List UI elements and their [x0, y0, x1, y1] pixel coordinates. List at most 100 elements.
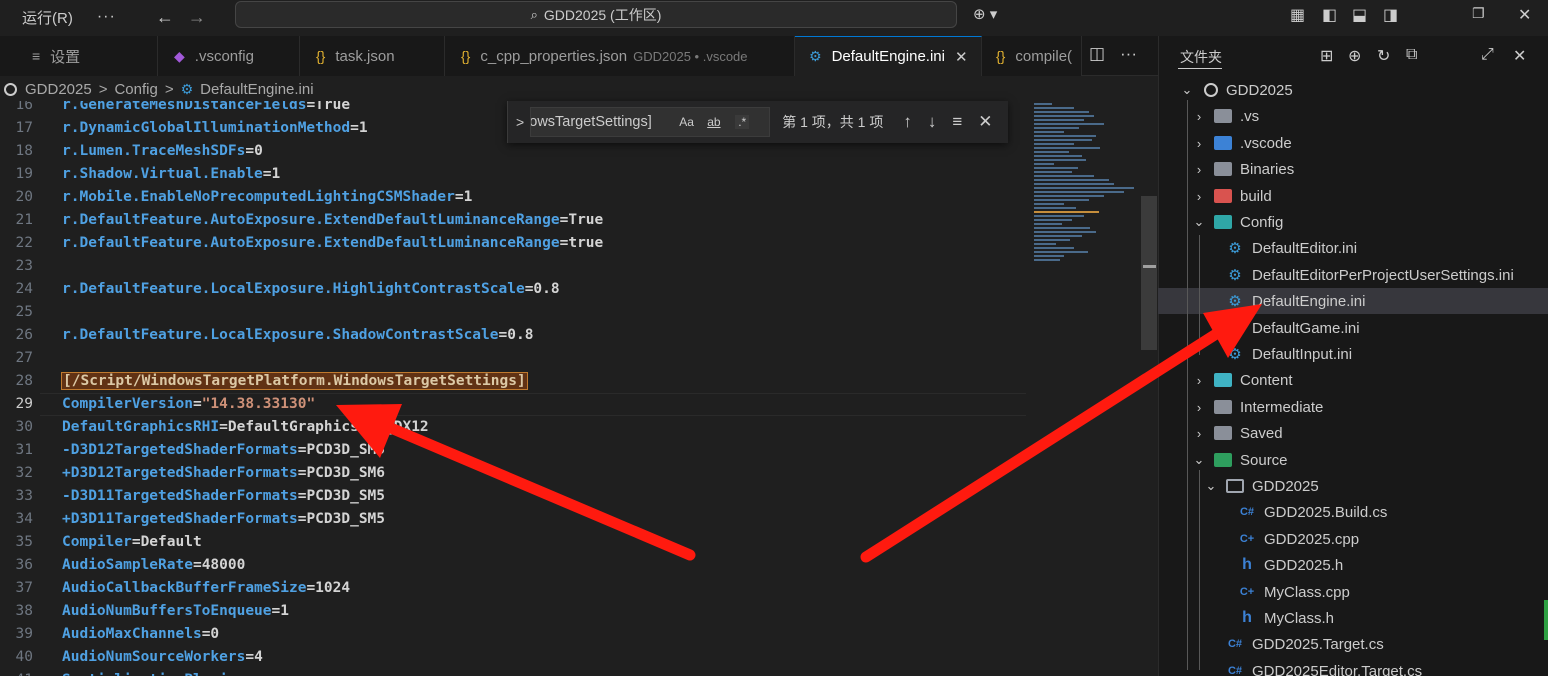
split-editor-icon[interactable]: ◫ [1089, 44, 1105, 64]
maximize-icon[interactable]: ⤢ [1481, 46, 1494, 64]
tree-item[interactable]: h GDD2025.h [1158, 552, 1548, 578]
tab-settings[interactable]: ≡ 设置 [0, 36, 158, 76]
tab-vsconfig[interactable]: ◆ .vsconfig [158, 36, 300, 76]
tab-compile[interactable]: {} compile( [982, 36, 1082, 76]
regex-icon[interactable]: .* [735, 115, 750, 129]
chevron-down-icon[interactable]: ⌄ [1180, 82, 1194, 98]
code-line[interactable]: 35 Compiler=Default [0, 531, 1026, 554]
breadcrumb-file[interactable]: DefaultEngine.ini [200, 81, 313, 98]
find-input[interactable]: dowsTargetSettings] Aa ab .* [530, 107, 771, 137]
command-center-search[interactable]: ⌕ GDD2025 (工作区) [235, 1, 957, 28]
code-line[interactable]: 24 r.DefaultFeature.LocalExposure.Highlig… [0, 278, 1026, 301]
code-line[interactable]: 21 r.DefaultFeature.AutoExposure.ExtendDe… [0, 209, 1026, 232]
whole-word-icon[interactable]: ab [707, 115, 720, 129]
code-line[interactable]: 25 [0, 301, 1026, 324]
editor-scrollbar-thumb[interactable] [1141, 196, 1157, 350]
more-actions-icon[interactable]: ··· [1120, 44, 1137, 64]
code-line[interactable]: 29 CompilerVersion="14.38.33130" [0, 393, 1026, 416]
chevron-down-icon[interactable]: ⌄ [1192, 214, 1206, 230]
code-line[interactable]: 18 r.Lumen.TraceMeshSDFs=0 [0, 140, 1026, 163]
code-editor[interactable]: 16 r.GenerateMeshDistanceFields=True 17 r.D… [0, 101, 1026, 676]
tab-task-json[interactable]: {} task.json [300, 36, 445, 76]
code-line[interactable]: 19 r.Shadow.Virtual.Enable=1 [0, 163, 1026, 186]
minimap[interactable] [1030, 101, 1140, 301]
toggle-secondary-sidebar-icon[interactable]: ◨ [1383, 5, 1398, 25]
tree-item[interactable]: ⌄ GDD2025 [1158, 473, 1548, 499]
close-sidebar-icon[interactable]: ✕ [1513, 46, 1526, 66]
tree-item[interactable]: ⚙ DefaultEditorPerProjectUserSettings.ini [1158, 262, 1548, 288]
close-tab-icon[interactable]: ✕ [955, 48, 968, 66]
tab-default-engine-ini[interactable]: ⚙ DefaultEngine.ini ✕ [795, 36, 982, 76]
tree-item[interactable]: C# GDD2025.Target.cs [1158, 631, 1548, 657]
breadcrumb-root[interactable]: GDD2025 [25, 81, 92, 98]
copilot-icon[interactable]: ⊕ ▾ [973, 5, 997, 23]
tree-item[interactable]: ⚙ DefaultEngine.ini [1158, 288, 1548, 314]
code-line[interactable]: 22 r.DefaultFeature.AutoExposure.ExtendDe… [0, 232, 1026, 255]
tree-item[interactable]: › Saved [1158, 420, 1548, 446]
back-arrow-icon[interactable]: ← [156, 7, 174, 28]
chevron-down-icon[interactable]: ⌄ [1204, 478, 1218, 494]
new-folder-icon[interactable]: ⊕ [1348, 46, 1361, 66]
code-line[interactable]: 39 AudioMaxChannels=0 [0, 623, 1026, 646]
code-line[interactable]: 31 -D3D12TargetedShaderFormats=PCD3D_SM5 [0, 439, 1026, 462]
code-line[interactable]: 33 -D3D11TargetedShaderFormats=PCD3D_SM5 [0, 485, 1026, 508]
close-window-icon[interactable]: ✕ [1518, 5, 1531, 25]
chevron-right-icon[interactable]: › [1192, 136, 1206, 151]
tree-item[interactable]: C+ GDD2025.cpp [1158, 526, 1548, 552]
code-line[interactable]: 23 [0, 255, 1026, 278]
tree-item[interactable]: › Binaries [1158, 156, 1548, 182]
tree-item[interactable]: ⌄ Source [1158, 447, 1548, 473]
menu-more-icon[interactable]: ··· [97, 8, 116, 26]
tree-item[interactable]: h MyClass.h [1158, 605, 1548, 631]
breadcrumb-folder[interactable]: Config [114, 81, 157, 98]
tree-item[interactable]: › .vscode [1158, 130, 1548, 156]
previous-match-arrow-icon[interactable]: ↑ [903, 112, 912, 132]
forward-arrow-icon[interactable]: → [188, 7, 206, 28]
close-find-icon[interactable]: ✕ [978, 112, 992, 132]
chevron-right-icon[interactable]: › [1192, 373, 1206, 388]
code-line[interactable]: 40 AudioNumSourceWorkers=4 [0, 646, 1026, 669]
tree-item[interactable]: C# GDD2025.Build.cs [1158, 499, 1548, 525]
code-line[interactable]: 41 SpatializationPlugin= [0, 669, 1026, 676]
collapse-all-icon[interactable]: ⧉ [1406, 46, 1417, 64]
tree-item[interactable]: › Intermediate [1158, 394, 1548, 420]
code-line[interactable]: 37 AudioCallbackBufferFrameSize=1024 [0, 577, 1026, 600]
tree-item[interactable]: ⌄ Config [1158, 209, 1548, 235]
editor-scrollbar-track[interactable] [1140, 101, 1157, 676]
tree-item[interactable]: ⌄ GDD2025 [1158, 77, 1548, 103]
code-line[interactable]: 34 +D3D11TargetedShaderFormats=PCD3D_SM5 [0, 508, 1026, 531]
code-line[interactable]: 38 AudioNumBuffersToEnqueue=1 [0, 600, 1026, 623]
refresh-icon[interactable]: ↻ [1377, 46, 1390, 66]
toggle-panel-icon[interactable]: ⬓ [1352, 5, 1367, 25]
tree-item[interactable]: › build [1158, 183, 1548, 209]
tree-item[interactable]: ⚙ DefaultGame.ini [1158, 315, 1548, 341]
next-match-arrow-icon[interactable]: ↓ [928, 112, 937, 132]
restore-window-icon[interactable]: ❐ [1472, 5, 1485, 22]
code-line[interactable]: 28 [/Script/WindowsTargetPlatform.Windows… [0, 370, 1026, 393]
tree-item[interactable]: › Content [1158, 367, 1548, 393]
code-line[interactable]: 36 AudioSampleRate=48000 [0, 554, 1026, 577]
chevron-right-icon[interactable]: › [1192, 162, 1206, 177]
code-line[interactable]: 27 [0, 347, 1026, 370]
menu-run[interactable]: 运行(R) [22, 7, 73, 28]
chevron-right-icon[interactable]: › [1192, 189, 1206, 204]
tree-item[interactable]: › .vs [1158, 103, 1548, 129]
match-case-icon[interactable]: Aa [679, 115, 694, 129]
code-line[interactable]: 32 +D3D12TargetedShaderFormats=PCD3D_SM6 [0, 462, 1026, 485]
chevron-right-icon[interactable]: › [1192, 400, 1206, 415]
tree-item[interactable]: C# GDD2025Editor.Target.cs [1158, 658, 1548, 676]
toggle-primary-sidebar-icon[interactable]: ◧ [1322, 5, 1337, 25]
code-line[interactable]: 20 r.Mobile.EnableNoPrecomputedLightingCS… [0, 186, 1026, 209]
toggle-replace-chevron-icon[interactable]: > [516, 114, 524, 130]
tree-item[interactable]: ⚙ DefaultEditor.ini [1158, 235, 1548, 261]
find-in-selection-icon[interactable]: ≡ [952, 112, 962, 132]
code-line[interactable]: 30 DefaultGraphicsRHI=DefaultGraphicsRHI_… [0, 416, 1026, 439]
tree-item[interactable]: C+ MyClass.cpp [1158, 579, 1548, 605]
new-file-icon[interactable]: ⊞ [1320, 46, 1333, 66]
chevron-down-icon[interactable]: ⌄ [1192, 452, 1206, 468]
code-line[interactable]: 26 r.DefaultFeature.LocalExposure.ShadowC… [0, 324, 1026, 347]
tab-c-cpp-properties[interactable]: {} c_cpp_properties.json GDD2025 • .vsco… [445, 36, 795, 76]
tree-item[interactable]: ⚙ DefaultInput.ini [1158, 341, 1548, 367]
chevron-right-icon[interactable]: › [1192, 109, 1206, 124]
customize-layout-icon[interactable]: ▦ [1290, 5, 1305, 25]
